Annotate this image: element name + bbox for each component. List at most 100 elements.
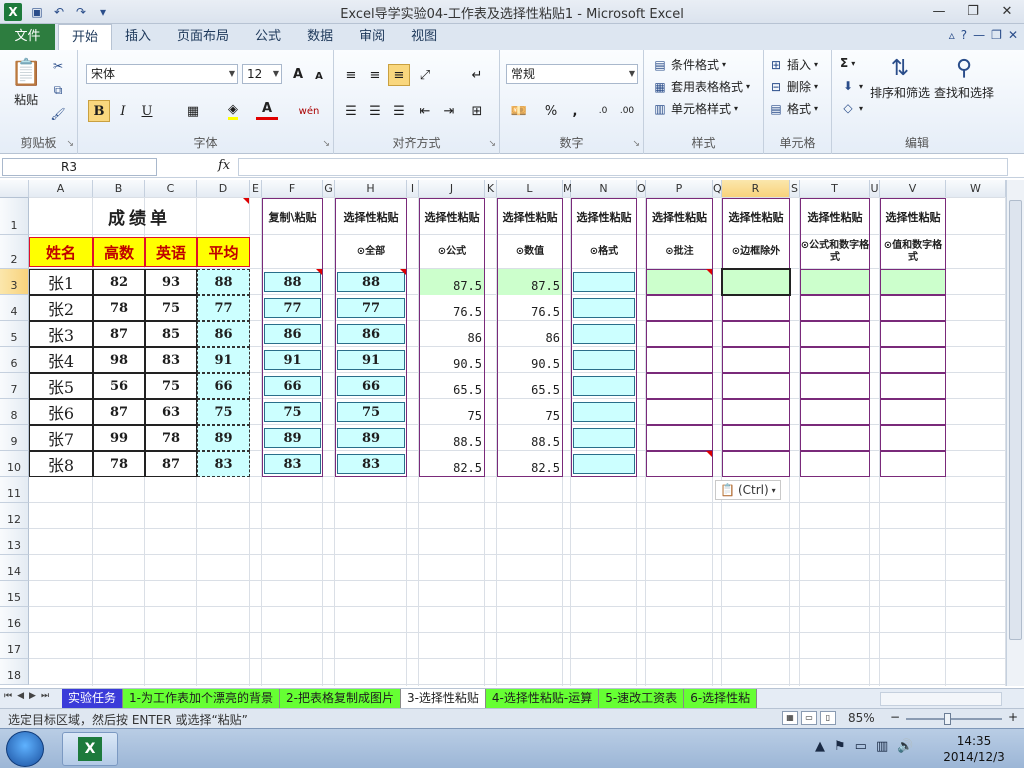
average-cell[interactable]: 91 bbox=[197, 347, 250, 373]
paste-options-button[interactable]: 📋 (Ctrl) ▾ bbox=[715, 480, 781, 500]
help-icon[interactable]: ? bbox=[961, 28, 967, 42]
sheet-tab-1[interactable]: 1-为工作表加个漂亮的背景 bbox=[123, 689, 280, 708]
clear-button[interactable]: ◇ ▾ bbox=[840, 100, 863, 116]
align-bottom-button[interactable]: ≡ bbox=[388, 64, 410, 86]
number-format-combo[interactable]: 常规 ▼ bbox=[506, 64, 638, 84]
row-header-3[interactable]: 3 bbox=[0, 269, 29, 295]
column-label-cell[interactable]: 英语 bbox=[145, 237, 197, 267]
column-header-R[interactable]: R bbox=[722, 180, 790, 198]
row-header-17[interactable]: 17 bbox=[0, 633, 29, 659]
first-sheet-icon[interactable]: ⏮ bbox=[4, 691, 12, 701]
number-launcher-icon[interactable]: ↘ bbox=[632, 139, 640, 149]
page-layout-view-icon[interactable]: ▭ bbox=[801, 711, 817, 725]
tab-formulas[interactable]: 公式 bbox=[242, 24, 294, 50]
sheet-tab-0[interactable]: 实验任务 bbox=[62, 689, 124, 708]
average-cell[interactable]: 77 bbox=[197, 295, 250, 321]
tab-data[interactable]: 数据 bbox=[294, 24, 346, 50]
vertical-scroll-thumb[interactable] bbox=[1009, 200, 1022, 640]
find-select-button[interactable]: ⚲ 查找和选择 bbox=[934, 56, 994, 101]
last-sheet-icon[interactable]: ⏭ bbox=[41, 691, 49, 701]
orientation-button[interactable]: ⤢ bbox=[414, 64, 436, 86]
flag-icon[interactable]: ⚑ bbox=[834, 739, 846, 754]
taskbar-clock[interactable]: 14:35 2014/12/3 bbox=[935, 733, 1013, 765]
decrease-indent-button[interactable]: ⇤ bbox=[414, 100, 436, 122]
name-box[interactable]: R3 bbox=[2, 158, 157, 176]
tab-file[interactable]: 文件 bbox=[0, 24, 55, 50]
column-label-cell[interactable]: 平均 bbox=[197, 237, 250, 267]
device-icon[interactable]: ▭ bbox=[855, 739, 867, 754]
font-name-combo[interactable]: 宋体 ▼ bbox=[86, 64, 238, 84]
row-header-9[interactable]: 9 bbox=[0, 425, 29, 451]
customize-qat-icon[interactable]: ▾ bbox=[94, 3, 112, 21]
tab-review[interactable]: 审阅 bbox=[346, 24, 398, 50]
average-cell[interactable]: 86 bbox=[197, 321, 250, 347]
font-color-button[interactable]: A bbox=[256, 100, 278, 120]
select-all-corner[interactable] bbox=[0, 180, 29, 198]
column-label-cell[interactable]: 姓名 bbox=[29, 237, 93, 267]
english-score-cell[interactable]: 85 bbox=[145, 321, 197, 347]
align-middle-button[interactable]: ≡ bbox=[364, 64, 386, 86]
table-title[interactable]: 成绩单 bbox=[29, 198, 250, 235]
percent-style-button[interactable]: % bbox=[540, 100, 562, 122]
sheet-tab-6[interactable]: 6-选择性粘 bbox=[684, 689, 758, 708]
bold-button[interactable]: B bbox=[88, 100, 110, 122]
sheet-tab-3-active[interactable]: 3-选择性粘贴 bbox=[400, 689, 486, 708]
column-header-L[interactable]: L bbox=[497, 180, 563, 198]
row-header-5[interactable]: 5 bbox=[0, 321, 29, 347]
shrink-font-button[interactable]: A bbox=[308, 65, 330, 87]
column-header-J[interactable]: J bbox=[419, 180, 485, 198]
show-hidden-icons-icon[interactable]: ▲ bbox=[815, 739, 825, 754]
minimize-icon[interactable]: — bbox=[922, 0, 956, 22]
column-header-Q[interactable]: Q bbox=[713, 180, 722, 198]
tab-page-layout[interactable]: 页面布局 bbox=[164, 24, 242, 50]
column-header-O[interactable]: O bbox=[637, 180, 646, 198]
formula-input[interactable] bbox=[238, 158, 1008, 176]
align-right-button[interactable]: ☰ bbox=[388, 100, 410, 122]
autosum-button[interactable]: Σ ▾ bbox=[840, 56, 855, 70]
column-header-A[interactable]: A bbox=[29, 180, 93, 198]
student-name-cell[interactable]: 张5 bbox=[29, 373, 93, 399]
taskbar-excel-button[interactable]: X bbox=[62, 732, 118, 766]
excel-app-icon[interactable]: X bbox=[4, 3, 22, 21]
column-header-U[interactable]: U bbox=[870, 180, 880, 198]
english-score-cell[interactable]: 75 bbox=[145, 295, 197, 321]
row-header-11[interactable]: 11 bbox=[0, 477, 29, 503]
align-left-button[interactable]: ☰ bbox=[340, 100, 362, 122]
italic-button[interactable]: I bbox=[112, 100, 134, 122]
alignment-launcher-icon[interactable]: ↘ bbox=[488, 139, 496, 149]
phonetic-guide-button[interactable]: wén bbox=[294, 100, 324, 122]
copy-button[interactable]: ⧉ bbox=[50, 82, 66, 98]
format-painter-button[interactable]: 🖌 bbox=[50, 106, 66, 122]
clipboard-launcher-icon[interactable]: ↘ bbox=[66, 139, 74, 149]
row-header-14[interactable]: 14 bbox=[0, 555, 29, 581]
english-score-cell[interactable]: 83 bbox=[145, 347, 197, 373]
average-cell[interactable]: 88 bbox=[197, 269, 250, 295]
collapse-ribbon-icon[interactable]: ▵ bbox=[949, 28, 955, 42]
english-score-cell[interactable]: 63 bbox=[145, 399, 197, 425]
column-header-S[interactable]: S bbox=[790, 180, 800, 198]
accounting-format-button[interactable]: 💴 bbox=[508, 100, 530, 122]
insert-cells-button[interactable]: ⊞ 插入 ▾ bbox=[768, 56, 818, 73]
wrap-text-button[interactable]: ↵ bbox=[466, 64, 488, 86]
format-cells-button[interactable]: ▤ 格式 ▾ bbox=[768, 100, 818, 117]
increase-indent-button[interactable]: ⇥ bbox=[438, 100, 460, 122]
zoom-level[interactable]: 85% bbox=[848, 711, 875, 725]
network-icon[interactable]: ▥ bbox=[876, 739, 888, 754]
column-header-B[interactable]: B bbox=[93, 180, 145, 198]
row-header-10[interactable]: 10 bbox=[0, 451, 29, 477]
column-header-F[interactable]: F bbox=[262, 180, 323, 198]
column-header-N[interactable]: N bbox=[571, 180, 637, 198]
column-header-D[interactable]: D bbox=[197, 180, 250, 198]
row-header-6[interactable]: 6 bbox=[0, 347, 29, 373]
delete-cells-button[interactable]: ⊟ 删除 ▾ bbox=[768, 78, 818, 95]
student-name-cell[interactable]: 张4 bbox=[29, 347, 93, 373]
zoom-thumb[interactable] bbox=[944, 713, 951, 725]
student-name-cell[interactable]: 张6 bbox=[29, 399, 93, 425]
sheet-tab-2[interactable]: 2-把表格复制成图片 bbox=[279, 689, 401, 708]
underline-button[interactable]: U bbox=[136, 100, 158, 122]
cell-styles-button[interactable]: ▥ 单元格样式 ▾ bbox=[652, 100, 738, 117]
row-header-18[interactable]: 18 bbox=[0, 659, 29, 685]
grow-font-button[interactable]: A bbox=[287, 63, 309, 85]
average-cell[interactable]: 83 bbox=[197, 451, 250, 477]
tab-insert[interactable]: 插入 bbox=[112, 24, 164, 50]
